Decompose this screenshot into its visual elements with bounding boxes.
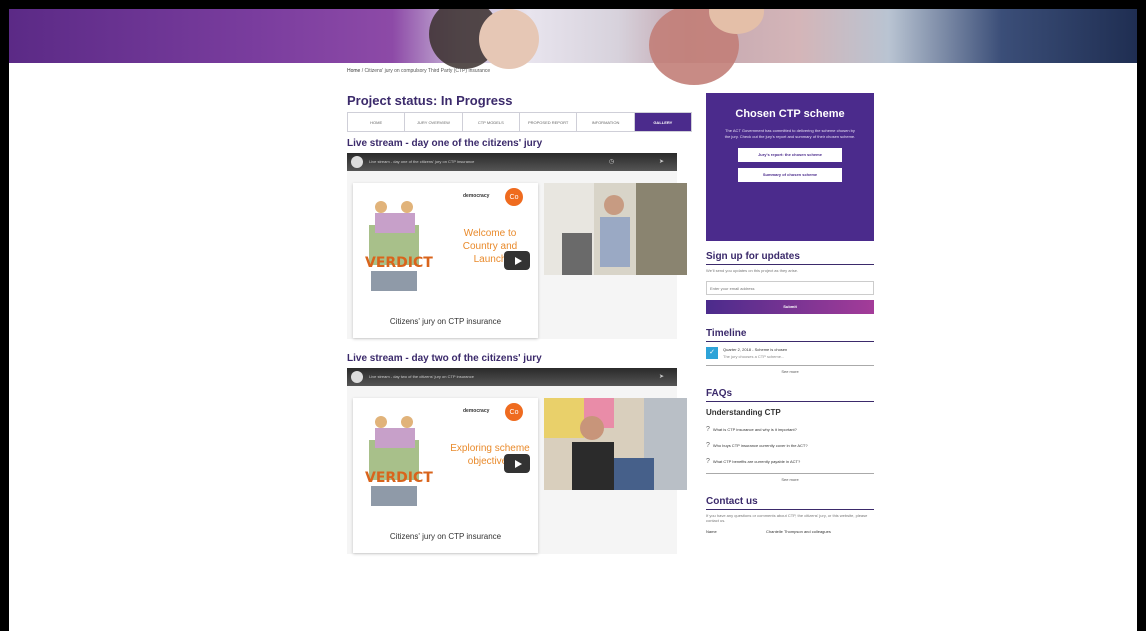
- stream-title-day-two: Live stream - day two of the citizens' j…: [347, 353, 542, 364]
- signup-heading: Sign up for updates: [706, 251, 874, 265]
- svg-text:VERDICT: VERDICT: [365, 470, 433, 486]
- cta-body: The ACT Government has committed to deli…: [724, 128, 856, 139]
- channel-avatar-icon[interactable]: [351, 371, 363, 383]
- timeline-check-icon: ✓: [706, 347, 718, 359]
- share-icon[interactable]: ➤: [659, 158, 667, 166]
- tab-information[interactable]: INFORMATION: [577, 113, 635, 131]
- sidebar: Chosen CTP scheme The ACT Government has…: [706, 93, 874, 534]
- video-player-day-two[interactable]: Live stream - day two of the citizens' j…: [347, 368, 687, 554]
- faqs-see-more-link[interactable]: See more: [706, 473, 874, 482]
- submit-button[interactable]: Submit: [706, 300, 874, 314]
- tab-home[interactable]: HOME: [348, 113, 406, 131]
- faq-question-text: What is CTP insurance and why is it impo…: [712, 427, 797, 432]
- share-icon[interactable]: ➤: [659, 373, 667, 381]
- play-button-icon[interactable]: [504, 251, 530, 270]
- tab-ctp-models[interactable]: CTP MODELS: [463, 113, 520, 131]
- video-caption: Citizens' jury on CTP insurance: [389, 532, 502, 541]
- faqs-heading: FAQs: [706, 388, 874, 402]
- chosen-scheme-panel: Chosen CTP scheme The ACT Government has…: [706, 93, 874, 241]
- contact-body: If you have any questions or comments ab…: [706, 513, 868, 523]
- timeline-item[interactable]: ✓ Quarter 2, 2018 - Scheme is chosen The…: [706, 347, 874, 359]
- breadcrumb-home[interactable]: Home: [347, 68, 360, 74]
- timeline-item-body: The jury chooses a CTP scheme...: [723, 354, 785, 359]
- channel-avatar-icon[interactable]: [351, 156, 363, 168]
- faq-question[interactable]: ? What CTP benefits are currently payable…: [706, 458, 874, 465]
- main-content: Project status: In Progress HOME JURY OV…: [347, 93, 692, 554]
- faq-question-text: Who buys CTP insurance currently cover i…: [712, 443, 808, 448]
- video-player-day-one[interactable]: Live stream - day one of the citizens' j…: [347, 153, 687, 339]
- contact-heading: Contact us: [706, 496, 874, 510]
- play-button-icon[interactable]: [504, 454, 530, 473]
- svg-text:VERDICT: VERDICT: [365, 255, 433, 271]
- hero-banner: [9, 9, 1137, 85]
- page: Home / Citizens' jury on compulsory Thir…: [9, 9, 1137, 631]
- question-icon: ?: [706, 458, 710, 465]
- project-tabs: HOME JURY OVERVIEW CTP MODELS PROPOSED R…: [347, 112, 692, 132]
- video-title[interactable]: Live stream - day two of the citizens' j…: [369, 374, 474, 379]
- tab-jury-overview[interactable]: JURY OVERVIEW: [405, 113, 463, 131]
- question-icon: ?: [706, 442, 710, 449]
- project-status-heading: Project status: In Progress: [347, 93, 513, 108]
- video-title-bar: Live stream - day one of the citizens' j…: [347, 153, 677, 171]
- tab-proposed-report[interactable]: PROPOSED REPORT: [520, 113, 578, 131]
- speaker-photo: [544, 183, 687, 275]
- timeline-see-more-link[interactable]: See more: [706, 365, 874, 374]
- faq-question-text: What CTP benefits are currently payable …: [712, 459, 801, 464]
- democracy-logo-badge: Co: [505, 188, 523, 206]
- video-title[interactable]: Live stream - day one of the citizens' j…: [369, 159, 474, 164]
- cta-title: Chosen CTP scheme: [735, 108, 845, 120]
- democracy-logo-text: democracy: [463, 408, 490, 414]
- question-icon: ?: [706, 426, 710, 433]
- democracy-logo-text: democracy: [463, 193, 490, 199]
- contact-name-row: Name Chantelle Thompson and colleagues: [706, 529, 874, 534]
- video-title-bar: Live stream - day two of the citizens' j…: [347, 368, 677, 386]
- cartoon-illustration-icon: VERDICT: [365, 201, 433, 291]
- stream-title-day-one: Live stream - day one of the citizens' j…: [347, 138, 543, 149]
- democracy-logo-badge: Co: [505, 403, 523, 421]
- breadcrumb: Home / Citizens' jury on compulsory Thir…: [347, 68, 490, 74]
- scheme-summary-button[interactable]: Summary of chosen scheme: [738, 168, 842, 182]
- email-field[interactable]: [706, 281, 874, 295]
- faq-subheading: Understanding CTP: [706, 408, 781, 417]
- contact-name-label: Name: [706, 529, 717, 534]
- faq-question[interactable]: ? Who buys CTP insurance currently cover …: [706, 442, 874, 449]
- timeline-heading: Timeline: [706, 328, 874, 342]
- speaker-photo: [544, 398, 687, 490]
- timeline-item-date: Quarter 2, 2018 - Scheme is chosen: [723, 347, 788, 352]
- jury-report-button[interactable]: Jury's report: the chosen scheme: [738, 148, 842, 162]
- watch-later-icon[interactable]: ◷: [609, 158, 617, 166]
- faq-question[interactable]: ? What is CTP insurance and why is it imp…: [706, 426, 874, 433]
- signup-description: We'll send you updates on this project a…: [706, 268, 799, 273]
- breadcrumb-trail: / Citizens' jury on compulsory Third Par…: [361, 68, 491, 74]
- contact-name-value: Chantelle Thompson and colleagues: [766, 529, 831, 534]
- video-thumbnail-card: VERDICT democracy Co Exploring scheme ob…: [353, 398, 538, 553]
- tab-gallery[interactable]: GALLERY: [634, 113, 691, 131]
- video-caption: Citizens' jury on CTP insurance: [389, 317, 502, 326]
- cartoon-illustration-icon: VERDICT: [365, 416, 433, 506]
